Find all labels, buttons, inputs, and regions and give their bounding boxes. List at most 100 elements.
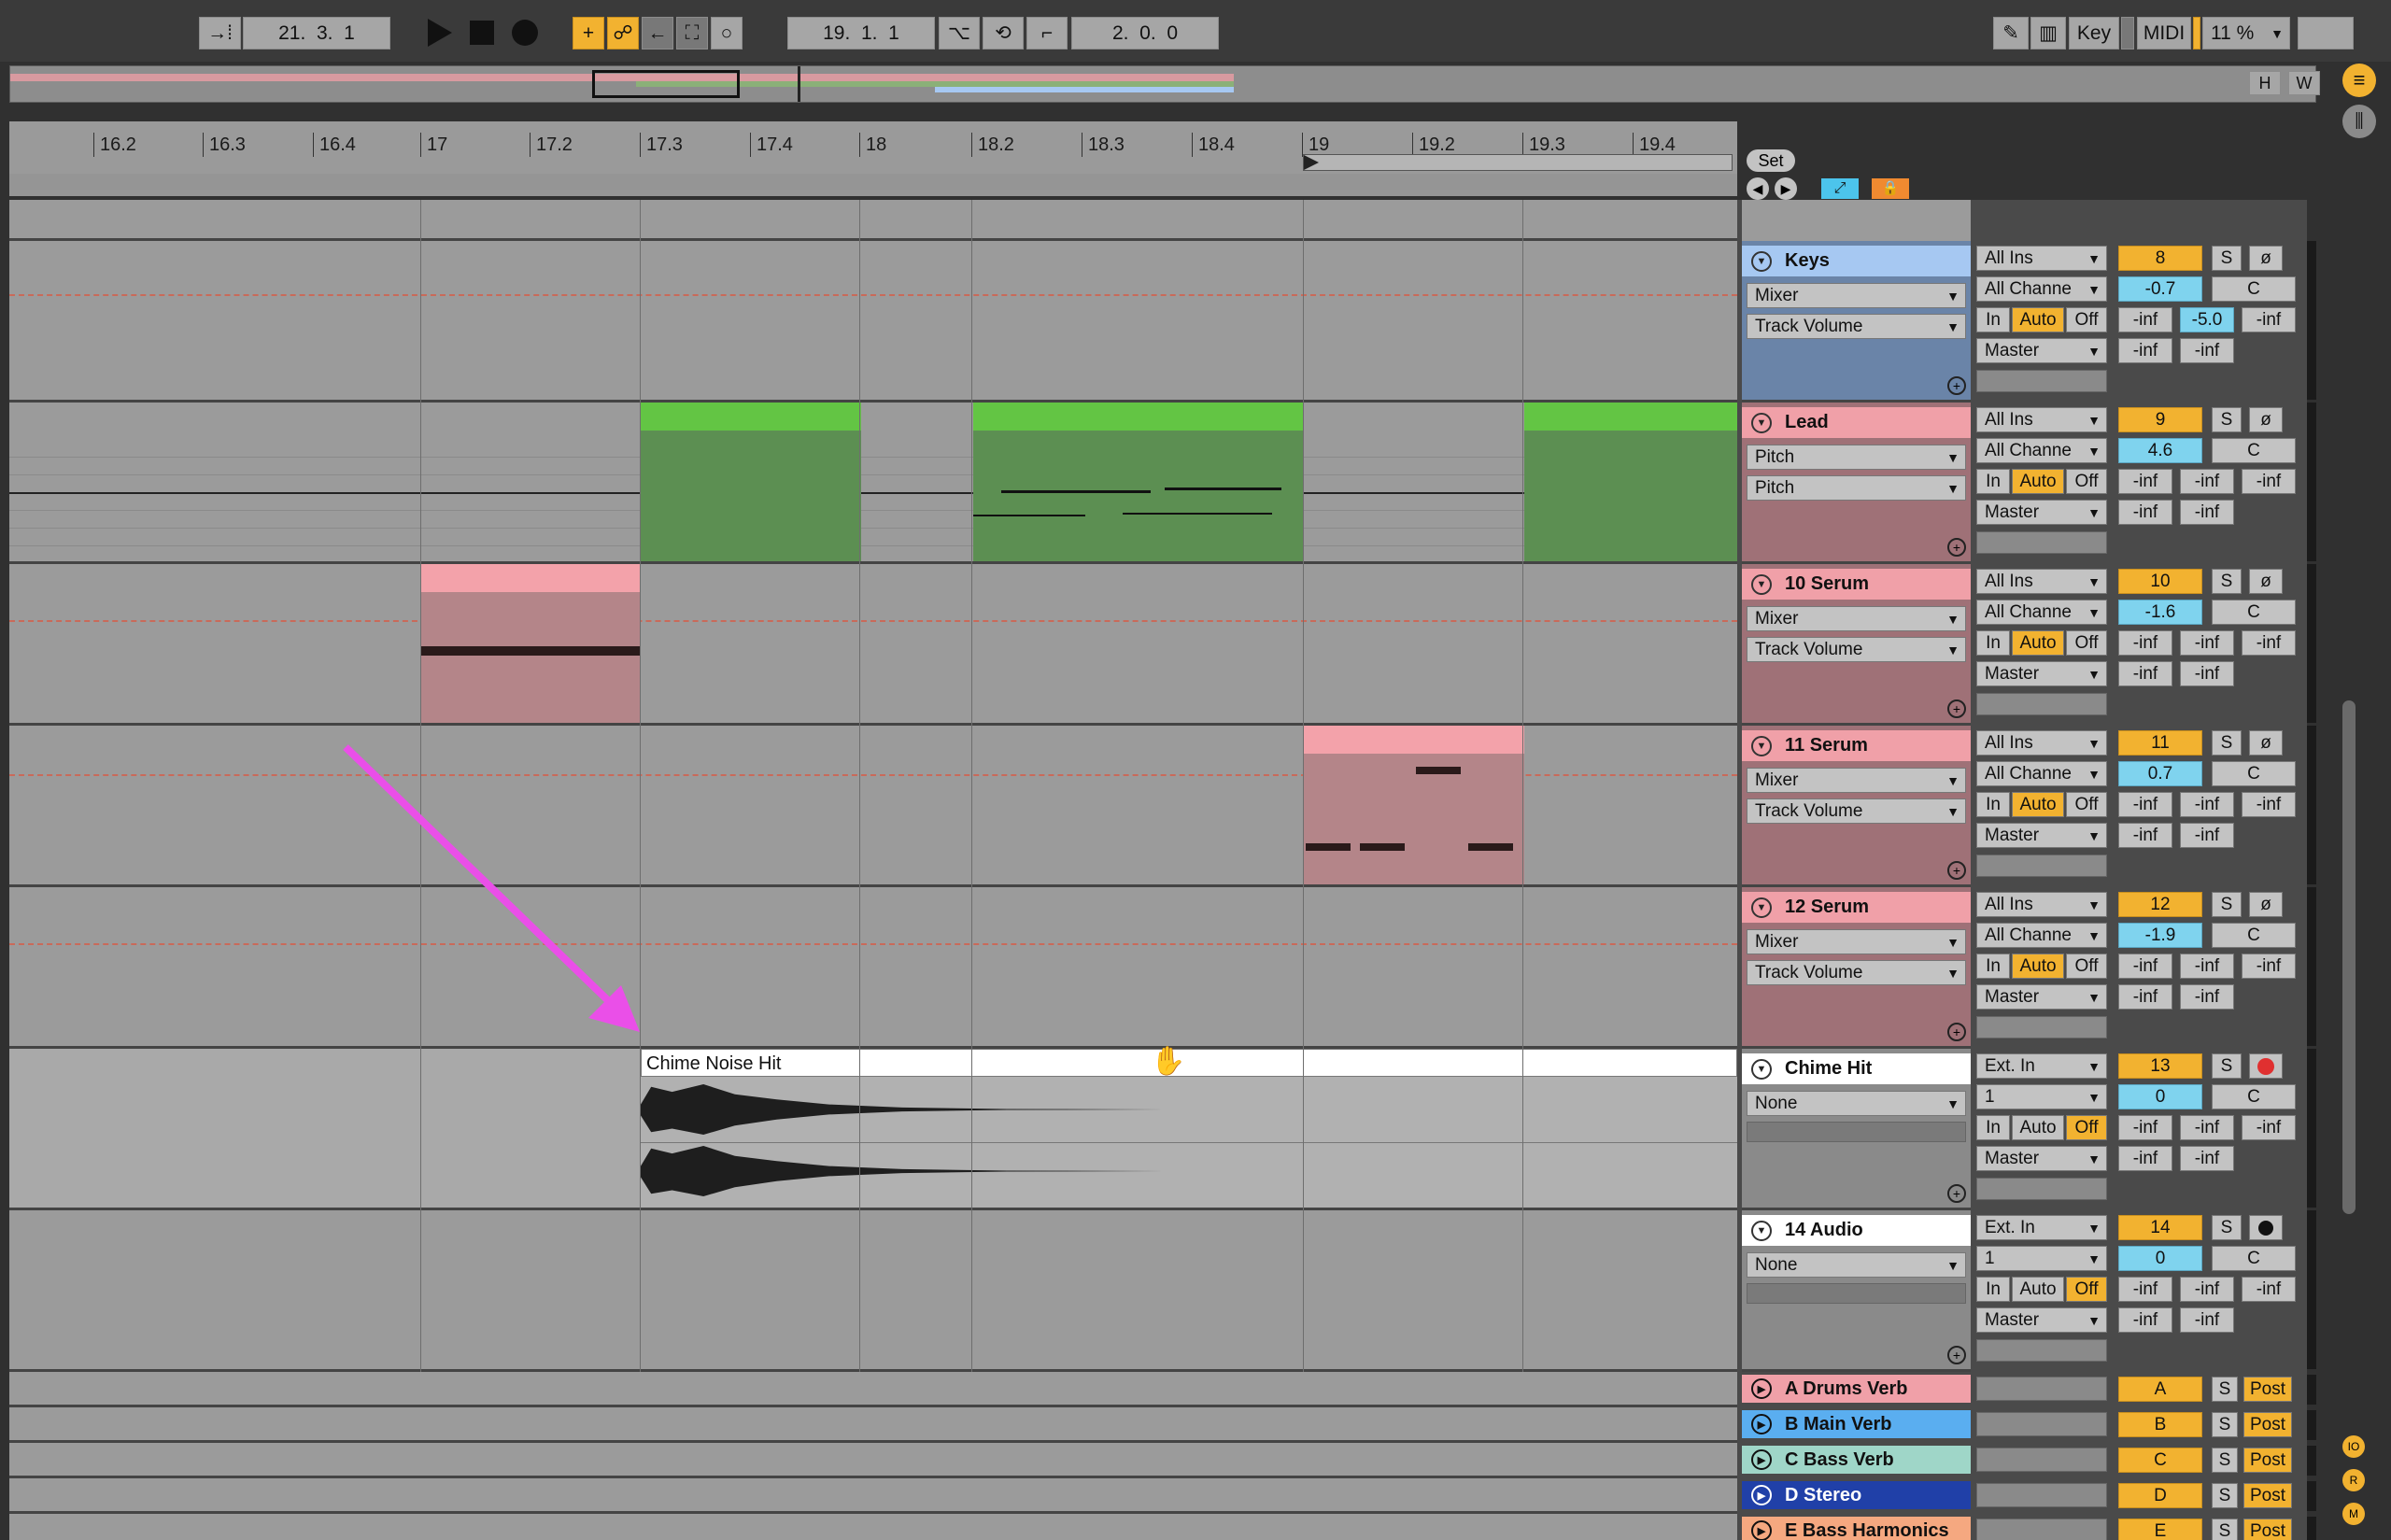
optimize-height-button[interactable]: H (2249, 71, 2281, 95)
midi-map-button[interactable]: MIDI (2137, 17, 2191, 49)
control-chooser[interactable]: Track Volume ▼ (1747, 960, 1966, 985)
play-icon[interactable] (428, 19, 452, 47)
monitor-auto-button[interactable]: Auto (2012, 630, 2064, 656)
send-b[interactable]: -inf (2180, 630, 2234, 656)
track-header[interactable]: ▼ Chime Hit None ▼ + (1742, 1049, 1971, 1210)
arm-button[interactable]: ø (2249, 730, 2283, 756)
arm-button[interactable]: ø (2249, 246, 2283, 271)
track-name-bar[interactable]: ▼ Lead (1742, 407, 1971, 438)
return-lane-d[interactable] (9, 1478, 1737, 1514)
fold-icon[interactable]: ▼ (1751, 412, 1772, 433)
beat-time-ruler[interactable]: 16.2 16.3 16.4 17 17.2 17.3 17.4 18 18.2… (9, 121, 1737, 196)
mixer-toggle-icon[interactable]: ⫼ (2342, 105, 2376, 138)
output-chooser[interactable]: Master ▼ (1976, 500, 2107, 525)
add-lane-icon[interactable]: + (1947, 861, 1966, 880)
volume-slider[interactable]: 0 (2118, 1084, 2202, 1109)
set-locator-button[interactable]: Set (1747, 149, 1795, 172)
back-to-arrangement-icon[interactable]: ← (642, 17, 673, 49)
track-activator[interactable]: 14 (2118, 1215, 2202, 1240)
device-chooser[interactable]: Mixer ▼ (1747, 606, 1966, 631)
add-lane-icon[interactable]: + (1947, 1346, 1966, 1364)
fold-icon[interactable]: ▶ (1751, 1520, 1772, 1540)
output-chooser[interactable]: Master ▼ (1976, 823, 2107, 848)
fold-icon[interactable]: ▼ (1751, 1058, 1772, 1080)
next-locator-icon[interactable]: ▶ (1775, 177, 1797, 200)
return-post-button[interactable]: Post (2243, 1412, 2292, 1437)
serum-clip[interactable] (1304, 726, 1524, 884)
send-b[interactable]: -inf (2180, 469, 2234, 494)
device-chooser[interactable]: Mixer ▼ (1747, 768, 1966, 793)
chime-noise-hit-clip[interactable]: Chime Noise Hit (641, 1049, 1737, 1208)
monitor-off-button[interactable]: Off (2066, 1115, 2107, 1140)
return-lane-a[interactable] (9, 1372, 1737, 1407)
device-chooser[interactable]: Mixer ▼ (1747, 283, 1966, 308)
input-type-chooser[interactable]: All Ins ▼ (1976, 246, 2107, 271)
expand-icon[interactable]: ⤢ (1821, 178, 1859, 199)
send-b[interactable]: -5.0 (2180, 307, 2234, 332)
control-chooser[interactable]: Pitch ▼ (1747, 475, 1966, 501)
return-post-button[interactable]: Post (2243, 1519, 2292, 1540)
input-type-chooser[interactable]: All Ins ▼ (1976, 892, 2107, 917)
pan-knob[interactable]: C (2212, 438, 2296, 463)
solo-button[interactable]: S (2212, 730, 2242, 756)
pan-knob[interactable]: C (2212, 761, 2296, 786)
arm-button[interactable] (2249, 1215, 2283, 1240)
returns-toggle-button[interactable]: R (2342, 1469, 2365, 1491)
draw-mode-icon[interactable]: ✎ (1993, 17, 2029, 49)
return-post-button[interactable]: Post (2243, 1448, 2292, 1473)
monitor-auto-button[interactable]: Auto (2012, 954, 2064, 979)
track-activator[interactable]: 10 (2118, 569, 2202, 594)
monitor-in-button[interactable]: In (1976, 630, 2010, 656)
monitor-off-button[interactable]: Off (2066, 307, 2107, 332)
lane-11-serum[interactable] (9, 726, 1737, 887)
track-activator[interactable]: 11 (2118, 730, 2202, 756)
solo-button[interactable]: S (2212, 246, 2242, 271)
fold-icon[interactable]: ▼ (1751, 897, 1772, 918)
vertical-scrollbar[interactable] (2342, 700, 2356, 1214)
input-type-chooser[interactable]: All Ins ▼ (1976, 407, 2107, 432)
track-activator[interactable]: 8 (2118, 246, 2202, 271)
add-lane-icon[interactable]: + (1947, 1023, 1966, 1041)
automation-arm-icon[interactable]: ☍ (607, 17, 639, 49)
punch-in-icon[interactable]: ⌥ (939, 17, 980, 49)
volume-slider[interactable]: -1.9 (2118, 923, 2202, 948)
track-activator[interactable]: 12 (2118, 892, 2202, 917)
return-activator[interactable]: B (2118, 1412, 2202, 1437)
track-name-bar[interactable]: ▼ 10 Serum (1742, 569, 1971, 600)
follow-button[interactable]: →⁞ (199, 17, 241, 49)
stop-icon[interactable] (470, 21, 494, 45)
solo-button[interactable]: S (2212, 1215, 2242, 1240)
monitor-in-button[interactable]: In (1976, 954, 2010, 979)
lock-icon[interactable]: 🔒 (1872, 178, 1909, 199)
add-lane-icon[interactable]: + (1947, 699, 1966, 718)
return-solo-button[interactable]: S (2212, 1412, 2238, 1437)
song-position[interactable]: 21. 3. 1 (243, 17, 390, 49)
return-lane-c[interactable] (9, 1443, 1737, 1478)
pan-knob[interactable]: C (2212, 600, 2296, 625)
input-type-chooser[interactable]: Ext. In ▼ (1976, 1053, 2107, 1079)
return-post-button[interactable]: Post (2243, 1377, 2292, 1402)
return-activator[interactable]: E (2118, 1519, 2202, 1540)
monitor-in-button[interactable]: In (1976, 792, 2010, 817)
track-header[interactable]: ▼ 12 Serum Mixer ▼ Track Volume ▼ + (1742, 887, 1971, 1049)
output-sub-chooser[interactable] (1976, 531, 2107, 554)
lead-clip[interactable] (973, 403, 1303, 561)
solo-button[interactable]: S (2212, 892, 2242, 917)
monitor-in-button[interactable]: In (1976, 307, 2010, 332)
input-channel-chooser[interactable]: All Channe ▼ (1976, 438, 2107, 463)
monitor-off-button[interactable]: Off (2066, 954, 2107, 979)
browser-toggle-icon[interactable]: ≡ (2342, 64, 2376, 97)
overview-visible-region[interactable] (592, 70, 740, 98)
return-track-header[interactable]: ▶ B Main Verb (1742, 1410, 1971, 1438)
send-a[interactable]: -inf (2118, 630, 2172, 656)
loop-brace[interactable] (1303, 154, 1733, 171)
output-sub-chooser[interactable] (1976, 1178, 2107, 1200)
monitor-off-button[interactable]: Off (2066, 469, 2107, 494)
fold-icon[interactable]: ▼ (1751, 735, 1772, 756)
return-activator[interactable]: C (2118, 1448, 2202, 1473)
key-map-button[interactable]: Key (2069, 17, 2119, 49)
monitor-auto-button[interactable]: Auto (2012, 1277, 2064, 1302)
track-header[interactable]: ▼ Keys Mixer ▼ Track Volume ▼ + (1742, 241, 1971, 403)
track-activator[interactable]: 13 (2118, 1053, 2202, 1079)
return-solo-button[interactable]: S (2212, 1448, 2238, 1473)
